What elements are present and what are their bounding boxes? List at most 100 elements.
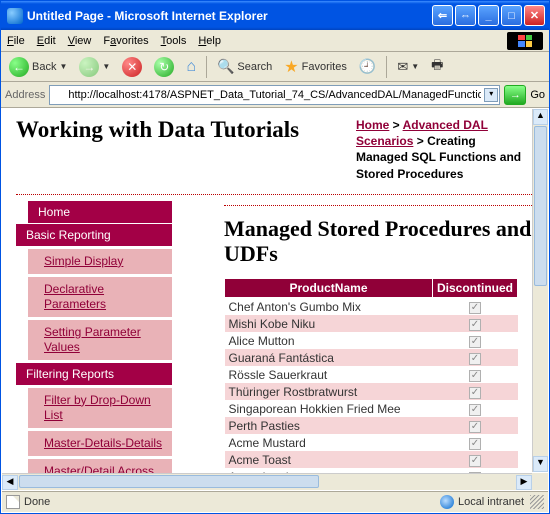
table-row: Acme Toast ✓ — [225, 451, 518, 468]
page-title: Working with Data Tutorials — [16, 117, 356, 143]
menu-bar: File Edit View Favorites Tools Help — [1, 30, 549, 52]
status-bar: Done Local intranet — [2, 491, 548, 512]
zone-icon — [440, 495, 454, 509]
cell-discontinued: ✓ — [432, 298, 517, 316]
menu-file[interactable]: File — [7, 35, 25, 47]
mail-button[interactable]: ✉▼ — [393, 57, 423, 77]
home-button[interactable]: ⌂ — [182, 56, 200, 78]
table-row: Perth Pasties ✓ — [225, 417, 518, 434]
cell-discontinued: ✓ — [432, 383, 517, 400]
status-text: Done — [24, 496, 50, 508]
maximize-button[interactable]: □ — [501, 5, 522, 26]
scroll-down-icon[interactable]: ▼ — [533, 456, 548, 472]
nav-filtering-reports[interactable]: Filtering Reports — [16, 363, 172, 385]
cell-productname: Singaporean Hokkien Fried Mee — [225, 400, 433, 417]
forward-button[interactable]: →▼ — [75, 55, 114, 79]
window-controls: ⇐ ⇔ _ □ ✕ — [432, 5, 545, 26]
cell-productname: Acme Toast — [225, 451, 433, 468]
minimize-button[interactable]: _ — [478, 5, 499, 26]
checkbox-disabled-checked: ✓ — [469, 404, 481, 416]
col-productname[interactable]: ProductName — [225, 279, 433, 298]
toolbar: ←Back ▼ →▼ ✕ ↻ ⌂ 🔍Search ★ Favorites 🕘 ✉▼… — [1, 52, 549, 82]
scroll-thumb-h[interactable] — [19, 475, 319, 488]
table-row: Alice Mutton ✓ — [225, 332, 518, 349]
address-input[interactable] — [49, 85, 500, 105]
breadcrumb: Home > Advanced DAL Scenarios > Creating… — [356, 117, 548, 182]
close-button[interactable]: ✕ — [524, 5, 545, 26]
nav-home[interactable]: Home — [28, 201, 172, 223]
document-icon — [6, 495, 20, 509]
content-area: Working with Data Tutorials Home > Advan… — [2, 109, 548, 490]
nav-basic-reporting[interactable]: Basic Reporting — [16, 224, 172, 246]
nav-simple-display[interactable]: Simple Display — [28, 249, 172, 274]
checkbox-disabled-checked: ✓ — [469, 438, 481, 450]
cell-productname: Thüringer Rostbratwurst — [225, 383, 433, 400]
search-icon: 🔍 — [217, 58, 234, 75]
cell-discontinued: ✓ — [432, 366, 517, 383]
sidebar-nav: Home Basic Reporting Simple Display Decl… — [16, 201, 172, 490]
crumb-home[interactable]: Home — [356, 118, 389, 132]
address-dropdown[interactable]: ▾ — [484, 88, 498, 102]
checkbox-disabled-checked: ✓ — [469, 387, 481, 399]
window-titlebar: Untitled Page - Microsoft Internet Explo… — [1, 1, 549, 30]
checkbox-disabled-checked: ✓ — [469, 336, 481, 348]
search-button[interactable]: 🔍Search — [213, 56, 276, 77]
cell-discontinued: ✓ — [432, 349, 517, 366]
menu-favorites[interactable]: Favorites — [103, 35, 148, 47]
checkbox-disabled-checked: ✓ — [469, 421, 481, 433]
cell-productname: Perth Pasties — [225, 417, 433, 434]
search-label: Search — [237, 61, 272, 73]
menu-tools[interactable]: Tools — [161, 35, 187, 47]
stop-button[interactable]: ✕ — [118, 55, 146, 79]
cell-discontinued: ✓ — [432, 451, 517, 468]
table-row: Rössle Sauerkraut✓ — [225, 366, 518, 383]
cell-productname: Alice Mutton — [225, 332, 433, 349]
checkbox-disabled-checked: ✓ — [469, 302, 481, 314]
nav-declarative-params[interactable]: Declarative Parameters — [28, 277, 172, 317]
cell-discontinued: ✓ — [432, 417, 517, 434]
cell-productname: Guaraná Fantástica — [225, 349, 433, 366]
resize-grip[interactable] — [530, 495, 544, 509]
scroll-up-icon[interactable]: ▲ — [533, 109, 548, 125]
address-bar: Address ▾ → Go — [1, 82, 549, 108]
scroll-thumb[interactable] — [534, 126, 547, 286]
nav-filter-dropdown[interactable]: Filter by Drop-Down List — [28, 388, 172, 428]
toolbar-separator — [386, 56, 387, 78]
go-button[interactable]: → — [504, 85, 526, 105]
back-button[interactable]: ←Back ▼ — [5, 55, 71, 79]
address-label: Address — [5, 89, 45, 101]
scroll-right-icon[interactable]: ▶ — [516, 475, 532, 490]
history-button[interactable]: 🕘 — [355, 56, 380, 77]
menu-edit[interactable]: Edit — [37, 35, 56, 47]
ie-icon — [7, 8, 23, 24]
window-title: Untitled Page - Microsoft Internet Explo… — [27, 9, 432, 23]
print-button[interactable]: 🖶 — [427, 54, 447, 80]
address-input-wrap: ▾ — [49, 85, 500, 105]
checkbox-disabled-checked: ✓ — [469, 370, 481, 382]
cell-discontinued: ✓ — [432, 315, 517, 332]
horizontal-scrollbar[interactable]: ◀ ▶ — [2, 473, 532, 490]
menu-help[interactable]: Help — [198, 35, 221, 47]
dotted-divider — [224, 205, 548, 206]
checkbox-disabled-checked: ✓ — [469, 353, 481, 365]
favorites-label: Favorites — [302, 61, 347, 73]
nav-setting-param-values[interactable]: Setting Parameter Values — [28, 320, 172, 360]
nav-master-details[interactable]: Master-Details-Details — [28, 431, 172, 456]
favorites-button[interactable]: ★ Favorites — [280, 55, 351, 79]
col-discontinued[interactable]: Discontinued — [432, 279, 517, 298]
cell-discontinued: ✓ — [432, 332, 517, 349]
table-row: Guaraná Fantástica ✓ — [225, 349, 518, 366]
menu-view[interactable]: View — [68, 35, 92, 47]
vertical-scrollbar[interactable]: ▲ ▼ — [532, 109, 548, 472]
checkbox-disabled-checked: ✓ — [469, 455, 481, 467]
help-button-2[interactable]: ⇔ — [455, 5, 476, 26]
go-label: Go — [530, 89, 545, 101]
help-button[interactable]: ⇐ — [432, 5, 453, 26]
dotted-divider — [16, 194, 548, 195]
cell-discontinued: ✓ — [432, 400, 517, 417]
refresh-button[interactable]: ↻ — [150, 55, 178, 79]
star-icon: ★ — [284, 57, 298, 77]
status-zone: Local intranet — [458, 496, 524, 508]
scroll-left-icon[interactable]: ◀ — [2, 475, 18, 490]
main-content: Managed Stored Procedures and UDFs Produ… — [172, 201, 548, 490]
